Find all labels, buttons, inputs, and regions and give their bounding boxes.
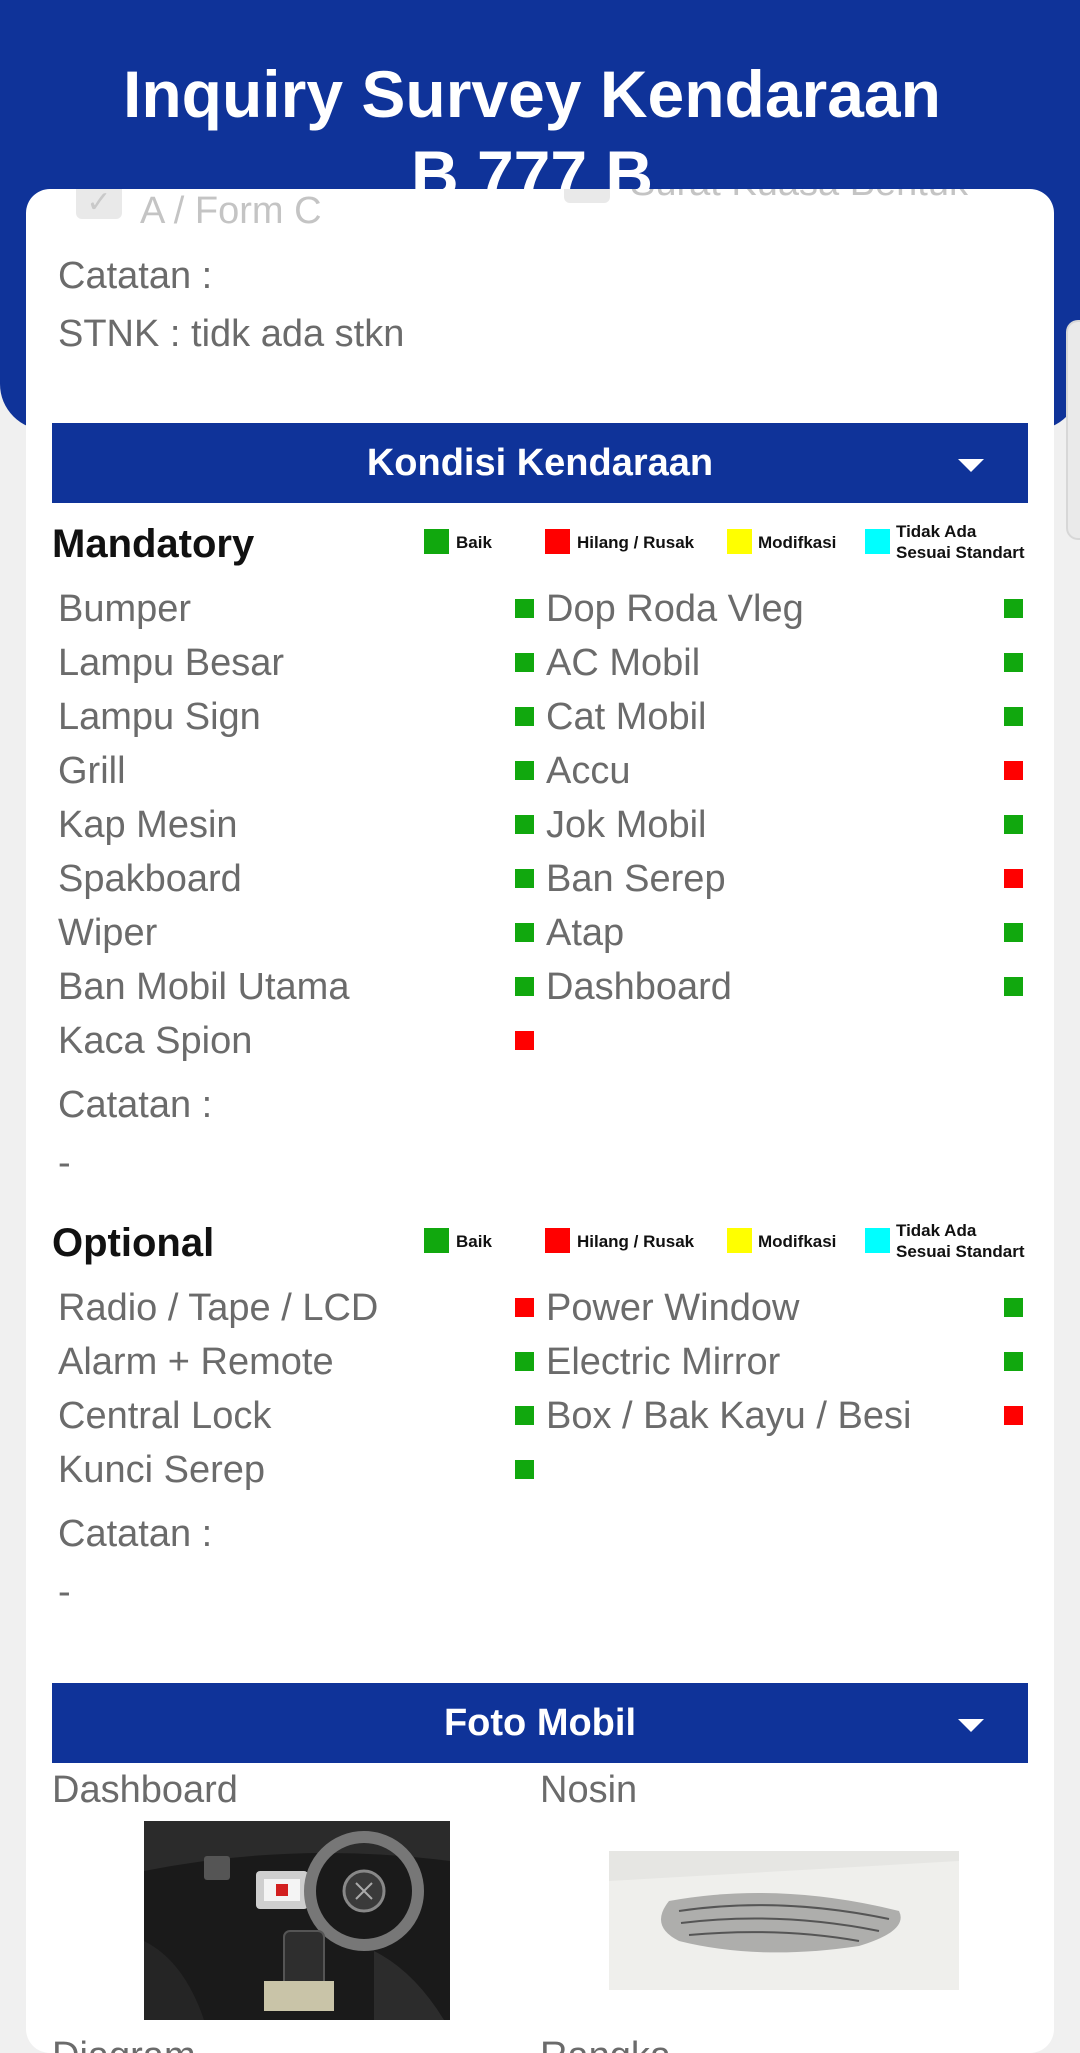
legend-label-lost-broken: Hilang / Rusak	[577, 1232, 695, 1251]
nosin-photo[interactable]	[609, 1851, 959, 1990]
list-item: Dop Roda Vleg	[546, 588, 804, 630]
status-indicator	[1004, 1298, 1023, 1317]
list-item: Wiper	[58, 912, 158, 954]
status-indicator	[1004, 707, 1023, 726]
list-item: Atap	[546, 912, 625, 954]
list-item: Alarm + Remote	[58, 1341, 334, 1383]
status-indicator	[515, 815, 534, 834]
optional-note-value: -	[58, 1571, 71, 1613]
legend-color-good	[424, 1228, 449, 1253]
legend-label-good: Baik	[456, 1232, 492, 1251]
nosin-photo-image	[609, 1851, 959, 1990]
document-item-label: Surat Kuasa Bentuk	[630, 189, 968, 205]
status-indicator	[515, 1406, 534, 1425]
list-item: AC Mobil	[546, 642, 701, 684]
section-title: Foto Mobil	[443, 1702, 637, 1744]
list-item: Dashboard	[546, 966, 732, 1008]
list-item: Ban Serep	[546, 858, 726, 900]
status-indicator	[1004, 869, 1023, 888]
dashboard-photo[interactable]	[144, 1821, 450, 2020]
mandatory-heading: Mandatory	[52, 522, 255, 566]
mandatory-note-label: Catatan :	[58, 1084, 213, 1126]
legend-color-lost-broken	[545, 1228, 570, 1253]
status-indicator	[515, 977, 534, 996]
legend-color-not-standard	[865, 1228, 890, 1253]
list-item: Box / Bak Kayu / Besi	[546, 1395, 912, 1437]
status-indicator	[1004, 1406, 1023, 1425]
legend-label-lost-broken: Hilang / Rusak	[577, 533, 695, 552]
legend-label-not-standard: Tidak Ada Sesuai Standart	[896, 522, 1025, 562]
list-item: Cat Mobil	[546, 696, 707, 738]
legend-color-modified	[727, 529, 752, 554]
survey-card: ✓ A / Form C Surat Kuasa Bentuk Catatan …	[26, 189, 1054, 2053]
document-item-label: A / Form C	[140, 190, 322, 232]
list-item: Kaca Spion	[58, 1020, 253, 1062]
legend-color-not-standard	[865, 529, 890, 554]
optional-heading: Optional	[52, 1221, 215, 1265]
list-item: Kap Mesin	[58, 804, 238, 846]
status-indicator	[515, 1352, 534, 1371]
list-item: Lampu Sign	[58, 696, 261, 738]
status-indicator	[515, 1031, 534, 1050]
status-indicator	[1004, 977, 1023, 996]
photo-label: Diagram	[52, 2033, 196, 2053]
legend-color-good	[424, 529, 449, 554]
legend-color-lost-broken	[545, 529, 570, 554]
list-item: Electric Mirror	[546, 1341, 781, 1383]
check-icon[interactable]: ✓	[76, 189, 122, 219]
chevron-down-icon	[958, 1719, 984, 1732]
page-title: Inquiry Survey Kendaraan	[123, 57, 941, 131]
legend-label-modified: Modifkasi	[758, 533, 837, 552]
documents-note-label: Catatan :	[58, 255, 213, 297]
status-indicator	[515, 761, 534, 780]
legend-label-modified: Modifkasi	[758, 1232, 837, 1251]
status-indicator	[1004, 599, 1023, 618]
list-item: Jok Mobil	[546, 804, 707, 846]
legend-color-modified	[727, 1228, 752, 1253]
status-indicator	[515, 599, 534, 618]
document-checklist-row: ✓ A / Form C Surat Kuasa Bentuk	[26, 189, 1054, 249]
list-item: Spakboard	[58, 858, 242, 900]
legend-label-good: Baik	[456, 533, 492, 552]
photo-label: Nosin	[540, 1769, 638, 1811]
list-item: Grill	[58, 750, 126, 792]
photo-label: Dashboard	[52, 1769, 238, 1811]
legend-label-not-standard: Tidak Ada Sesuai Standart	[896, 1221, 1025, 1261]
mandatory-note-value: -	[58, 1142, 71, 1184]
status-indicator	[515, 869, 534, 888]
chevron-down-icon	[958, 459, 984, 472]
status-indicator	[515, 1298, 534, 1317]
list-item: Radio / Tape / LCD	[58, 1287, 379, 1329]
list-item: Ban Mobil Utama	[58, 966, 350, 1008]
list-item: Power Window	[546, 1287, 800, 1329]
status-indicator	[515, 1460, 534, 1479]
status-indicator	[1004, 815, 1023, 834]
status-indicator	[1004, 1352, 1023, 1371]
status-indicator	[1004, 653, 1023, 672]
list-item: Lampu Besar	[58, 642, 285, 684]
foto-mobil-header[interactable]: Foto Mobil	[52, 1683, 1028, 1763]
status-indicator	[1004, 923, 1023, 942]
status-indicator	[515, 923, 534, 942]
list-item: Central Lock	[58, 1395, 272, 1437]
section-title: Kondisi Kendaraan	[366, 442, 714, 484]
status-indicator	[1004, 761, 1023, 780]
list-item: Kunci Serep	[58, 1449, 266, 1491]
photo-label: Rangka	[540, 2033, 671, 2053]
dashboard-photo-image	[144, 1821, 450, 2020]
kondisi-kendaraan-header[interactable]: Kondisi Kendaraan	[52, 423, 1028, 503]
list-item: Bumper	[58, 588, 192, 630]
stnk-note: STNK : tidk ada stkn	[58, 313, 405, 355]
list-item: Accu	[546, 750, 631, 792]
optional-note-label: Catatan :	[58, 1513, 213, 1555]
status-indicator	[515, 653, 534, 672]
checkbox-icon[interactable]	[564, 189, 610, 203]
status-indicator	[515, 707, 534, 726]
side-panel-handle[interactable]	[1066, 320, 1080, 540]
